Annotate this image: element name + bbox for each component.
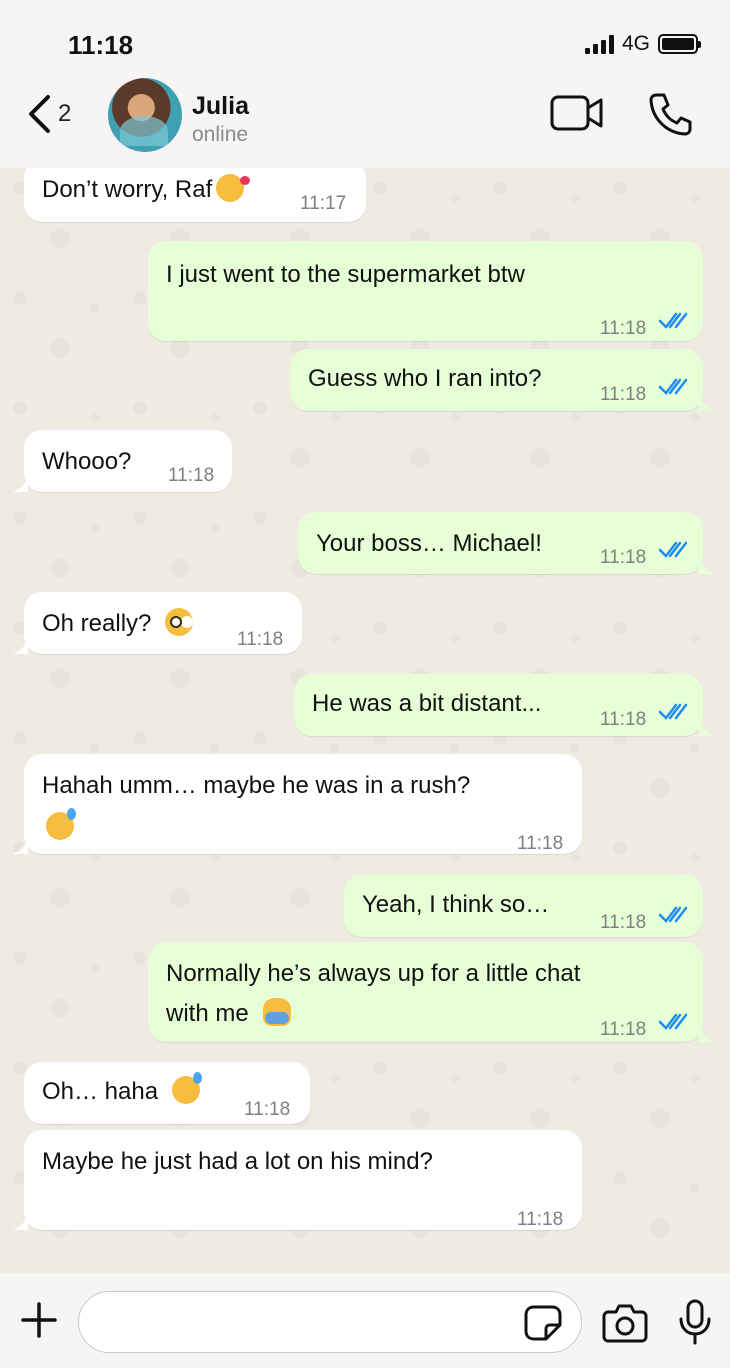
read-ticks-icon <box>658 1013 688 1030</box>
contact-name[interactable]: Julia <box>192 92 249 121</box>
message-time: 11:18 <box>600 709 647 730</box>
sticker-icon <box>524 1305 562 1341</box>
phone-icon <box>649 93 692 136</box>
bubble-tail <box>699 393 715 411</box>
bubble-tail <box>12 836 28 854</box>
camera-icon <box>602 1304 648 1343</box>
input-bar <box>0 1273 730 1368</box>
message-incoming[interactable]: Oh really? 11:18 <box>12 592 302 654</box>
message-text: Oh… haha <box>42 1078 159 1105</box>
grinning-sweat-icon <box>46 808 76 840</box>
message-time: 11:18 <box>600 318 647 339</box>
message-outgoing[interactable]: Your boss… Michael! 11:18 <box>298 512 715 574</box>
message-time: 11:18 <box>600 547 647 568</box>
video-call-button[interactable] <box>550 94 604 137</box>
message-text: I just went to the supermarket btw <box>166 261 525 288</box>
read-ticks-icon <box>658 906 688 923</box>
bubble-tail <box>12 636 28 654</box>
attach-button[interactable] <box>20 1301 58 1344</box>
message-time: 11:18 <box>168 465 215 486</box>
status-bar: 11:18 4G <box>0 0 730 80</box>
message-text: Maybe he just had a lot on his mind? <box>42 1148 433 1175</box>
bubble-tail <box>699 718 715 736</box>
plus-icon <box>21 1302 57 1338</box>
mic-button[interactable] <box>678 1299 712 1350</box>
voice-call-button[interactable] <box>648 92 692 141</box>
sticker-button[interactable] <box>524 1305 562 1346</box>
message-text: Yeah, I think so… <box>362 891 550 918</box>
message-time: 11:18 <box>517 833 564 854</box>
microphone-icon <box>679 1299 711 1345</box>
avatar[interactable] <box>108 78 182 152</box>
read-ticks-icon <box>658 541 688 558</box>
message-time: 11:18 <box>517 1209 564 1230</box>
kissing-heart-icon <box>216 174 251 202</box>
message-outgoing[interactable]: Guess who I ran into? 11:18 <box>290 349 715 411</box>
person-shrugging-icon <box>262 998 291 1026</box>
message-time: 11:18 <box>600 1019 647 1040</box>
message-text: Don’t worry, Raf <box>42 176 213 203</box>
bubble-tail <box>12 1212 28 1230</box>
status-time: 11:18 <box>68 30 134 60</box>
message-text: Oh really? <box>42 610 152 637</box>
chat-area[interactable]: Don’t worry, Raf 11:17 I just went to th… <box>0 168 730 1273</box>
message-outgoing[interactable]: Yeah, I think so… 11:18 <box>344 875 703 937</box>
network-type: 4G <box>621 32 650 55</box>
message-incoming[interactable]: Maybe he just had a lot on his mind? 11:… <box>12 1130 582 1230</box>
bubble-tail <box>12 474 28 492</box>
unread-count: 2 <box>58 100 72 127</box>
message-text: Whooo? <box>42 448 132 475</box>
status-indicators: 4G <box>584 32 701 56</box>
read-ticks-icon <box>658 703 688 720</box>
message-outgoing[interactable]: Normally he’s always up for a little cha… <box>148 942 715 1042</box>
bubble-tail <box>699 556 715 574</box>
message-text: Your boss… Michael! <box>316 530 542 557</box>
chevron-left-icon <box>29 95 50 133</box>
message-incoming[interactable]: Hahah umm… maybe he was in a rush? 11:18 <box>12 754 582 854</box>
grinning-sweat-icon <box>172 1072 203 1104</box>
read-ticks-icon <box>658 312 688 329</box>
message-incoming[interactable]: Whooo? 11:18 <box>12 430 232 492</box>
message-incoming[interactable]: Oh… haha 11:18 <box>24 1062 310 1124</box>
message-outgoing[interactable]: He was a bit distant... 11:18 <box>294 674 715 736</box>
video-camera-icon <box>550 95 603 131</box>
bubble-tail <box>699 1024 715 1042</box>
contact-status: online <box>192 123 249 146</box>
message-text-line2: with me <box>166 1000 249 1027</box>
message-time: 11:18 <box>600 912 647 933</box>
message-text-line1: Normally he’s always up for a little cha… <box>166 960 581 987</box>
message-time: 11:17 <box>300 193 347 214</box>
message-time: 11:18 <box>244 1099 291 1120</box>
message-time: 11:18 <box>600 384 647 405</box>
battery-icon <box>658 34 701 54</box>
read-ticks-icon <box>658 378 688 395</box>
camera-button[interactable] <box>602 1303 648 1348</box>
message-text: He was a bit distant... <box>312 690 542 717</box>
message-text: Hahah umm… maybe he was in a rush? <box>42 772 471 799</box>
message-incoming[interactable]: Don’t worry, Raf 11:17 <box>24 168 366 222</box>
signal-icon <box>584 34 614 54</box>
message-outgoing[interactable]: I just went to the supermarket btw 11:18 <box>148 241 703 341</box>
back-button[interactable]: 2 <box>26 92 71 136</box>
message-input[interactable] <box>78 1291 582 1353</box>
message-text: Guess who I ran into? <box>308 365 542 392</box>
message-time: 11:18 <box>237 629 284 650</box>
flushed-face-icon <box>165 608 194 636</box>
chat-header: 2 Julia online <box>0 78 730 168</box>
